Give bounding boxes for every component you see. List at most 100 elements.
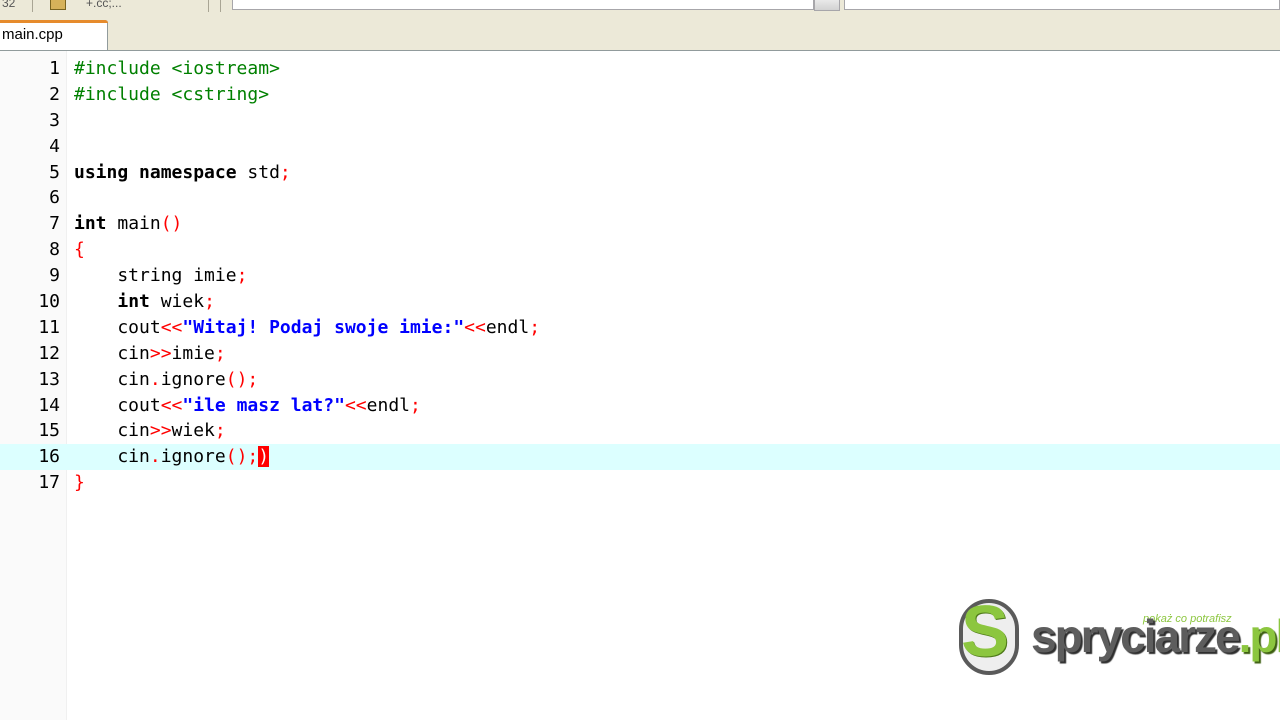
tab-main-cpp[interactable]: main.cpp <box>0 20 108 50</box>
code-token: cout <box>74 394 161 416</box>
line-code: cin>>imie; <box>74 341 226 367</box>
code-token: ; <box>236 265 248 287</box>
function-scope-combo[interactable] <box>844 0 1280 10</box>
class-scope-dropdown-button[interactable] <box>814 0 840 11</box>
code-token: int <box>117 291 150 313</box>
code-token: ; <box>279 161 291 183</box>
line-number: 14 <box>38 394 60 416</box>
code-token: . <box>149 446 161 468</box>
line-code: cout<<"ile masz lat?"<<endl; <box>74 393 421 419</box>
code-token: wiek <box>171 420 215 442</box>
line-number: 13 <box>38 368 60 390</box>
line-number: 2 <box>49 83 60 105</box>
code-token: endl <box>485 316 530 338</box>
line-number: 6 <box>49 187 60 209</box>
code-token: ; <box>214 342 226 364</box>
code-token: string imie <box>74 265 237 287</box>
brace-match-highlight: ) <box>258 446 270 468</box>
line-code: #include <iostream> <box>74 56 280 82</box>
toolbar-fragment-2: +.cc;... <box>86 0 122 10</box>
tab-label: main.cpp <box>2 26 63 43</box>
code-token: "Witaj! Podaj swoje imie:" <box>182 316 465 338</box>
code-token: ignore <box>160 446 226 468</box>
code-token: () <box>225 368 248 390</box>
line-number: 7 <box>49 213 60 235</box>
code-line[interactable]: 6 <box>0 185 1280 211</box>
line-number: 10 <box>38 291 60 313</box>
code-line[interactable]: 17} <box>0 470 1280 496</box>
code-token: cout <box>74 316 161 338</box>
code-line[interactable]: 7 int main() <box>0 211 1280 237</box>
code-token: wiek <box>149 291 205 313</box>
code-token: << <box>344 394 367 416</box>
code-token: { <box>74 239 85 261</box>
line-code: cin>>wiek; <box>74 418 226 444</box>
code-token: cin <box>74 420 150 442</box>
code-line[interactable]: 8{ <box>0 237 1280 263</box>
line-code: int main() <box>74 211 182 237</box>
line-number: 17 <box>38 472 60 494</box>
project-icon[interactable] <box>50 0 66 10</box>
toolbar-fragment: 32 <box>2 0 16 10</box>
code-token: ; <box>247 368 259 390</box>
code-line[interactable]: 9 string imie; <box>0 263 1280 289</box>
code-token: std <box>236 161 280 183</box>
code-line[interactable]: 10 int wiek; <box>0 289 1280 315</box>
code-token: ignore <box>160 368 226 390</box>
code-token: int <box>74 213 107 235</box>
line-number: 15 <box>38 420 60 442</box>
code-token: ; <box>410 394 421 416</box>
code-token: ; <box>204 291 215 313</box>
code-line[interactable]: 2 #include <cstring> <box>0 82 1280 108</box>
code-token: main <box>106 213 161 235</box>
line-code: { <box>74 237 85 263</box>
editor-tab-bar: main.cpp <box>0 14 1280 51</box>
line-code: } <box>74 470 85 496</box>
code-line[interactable]: 14 cout<<"ile masz lat?"<<endl; <box>0 393 1280 419</box>
line-number: 5 <box>49 161 60 183</box>
code-line[interactable]: 12 cin>>imie; <box>0 341 1280 367</box>
line-code: cin.ignore();) <box>74 444 270 470</box>
logo-s-mark: S <box>961 592 1010 672</box>
logo-tld: .pl <box>1238 610 1280 662</box>
code-line[interactable]: 3 <box>0 108 1280 134</box>
code-line[interactable]: 11 cout<<"Witaj! Podaj swoje imie:"<<end… <box>0 315 1280 341</box>
code-token: cin <box>74 368 150 390</box>
line-code: int wiek; <box>74 289 215 315</box>
code-token: . <box>149 368 161 390</box>
code-line[interactable]: 5 using namespace std; <box>0 160 1280 186</box>
code-lines[interactable]: 1 #include <iostream> 2 #include <cstring> 3… <box>0 56 1280 496</box>
code-line[interactable]: 15 cin>>wiek; <box>0 418 1280 444</box>
line-code: cin.ignore(); <box>74 367 258 393</box>
line-code: #include <cstring> <box>74 82 269 108</box>
line-number: 3 <box>49 109 60 131</box>
code-line[interactable]: 13 cin.ignore(); <box>0 367 1280 393</box>
code-token: cin <box>74 446 150 468</box>
code-line-current[interactable]: 16 cin.ignore();) <box>0 444 1280 471</box>
logo-brand: spryciarze <box>1031 610 1241 662</box>
line-number: 4 <box>49 135 60 157</box>
line-number: 12 <box>38 342 60 364</box>
code-token: ; <box>529 316 541 338</box>
toolbar-separator <box>220 0 221 12</box>
line-number: 9 <box>49 265 60 287</box>
code-token: >> <box>149 342 172 364</box>
code-token: endl <box>366 394 410 416</box>
line-code: using namespace std; <box>74 160 291 186</box>
code-token: << <box>464 316 486 338</box>
code-token: cin <box>74 342 150 364</box>
spryciarze-logo: S pokaż co potrafisz spryciarze.pl <box>955 592 1280 679</box>
code-token: #include <iostream> <box>74 58 280 79</box>
code-line[interactable]: 1 #include <iostream> <box>0 56 1280 82</box>
code-token: ; <box>214 420 226 442</box>
code-token: << <box>160 316 183 338</box>
line-code: string imie; <box>74 263 247 289</box>
line-number: 8 <box>49 239 60 261</box>
code-token: imie <box>171 342 215 364</box>
code-token: #include <cstring> <box>74 83 270 105</box>
toolbar-separator <box>208 0 209 12</box>
code-line[interactable]: 4 <box>0 134 1280 160</box>
class-scope-combo[interactable] <box>232 0 814 10</box>
line-code: cout<<"Witaj! Podaj swoje imie:"<<endl; <box>74 315 540 341</box>
